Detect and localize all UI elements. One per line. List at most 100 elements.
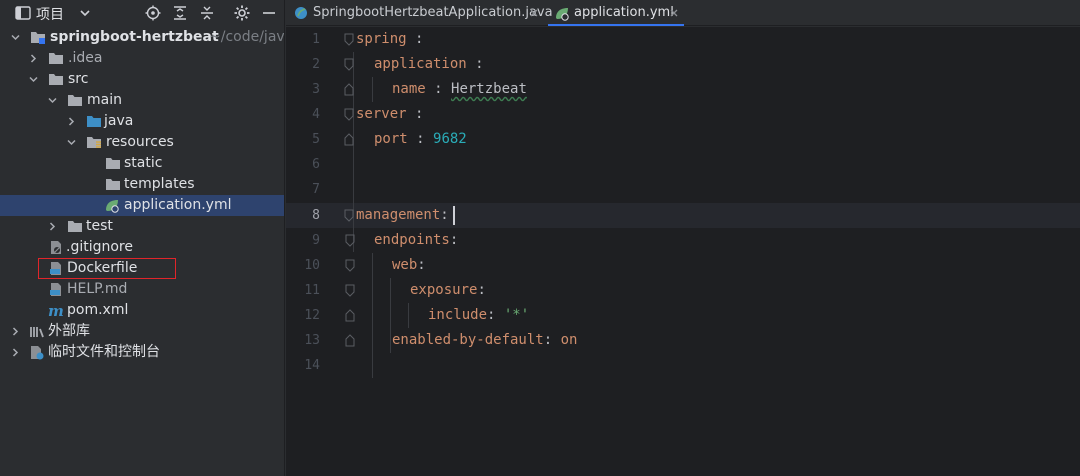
fold-marker-icon[interactable] (344, 58, 354, 71)
text-caret (453, 206, 455, 225)
yaml-separator: : (425, 81, 452, 97)
yaml-separator: : (407, 131, 434, 147)
code-line: 3 name : Hertzbeat (286, 77, 1080, 102)
maven-icon: m (48, 303, 64, 318)
fold-marker-icon[interactable] (345, 259, 355, 272)
code-line: 7 (286, 177, 1080, 202)
folder-icon (68, 95, 82, 106)
tree-item-gitignore[interactable]: .gitignore (0, 237, 284, 258)
tab-springboot-hertzbeat-application-java[interactable]: SpringbootHertzbeatApplication.java (286, 0, 553, 26)
yaml-key: management (356, 207, 441, 223)
module-folder-icon (31, 32, 45, 44)
project-view-title[interactable]: 项目 (36, 4, 64, 24)
close-icon[interactable] (529, 8, 539, 18)
tree-item-label: static (124, 155, 163, 171)
fold-marker-icon[interactable] (345, 309, 355, 322)
resources-folder-icon (87, 137, 101, 148)
spring-yaml-icon (106, 200, 119, 213)
locate-file-icon[interactable] (144, 4, 162, 22)
project-window-icon[interactable] (14, 4, 32, 22)
tree-item-resources[interactable]: resources (0, 132, 284, 153)
folder-icon (106, 158, 120, 169)
chevron-down-icon[interactable] (28, 74, 39, 85)
fold-marker-icon[interactable] (344, 83, 354, 96)
fold-marker-icon[interactable] (345, 284, 355, 297)
tree-item-test[interactable]: test (0, 216, 284, 237)
folder-icon (49, 74, 63, 85)
project-path-hint: ~/code/java (209, 29, 285, 45)
minimize-icon[interactable] (260, 4, 278, 22)
tree-item-external-libraries[interactable]: 外部库 (0, 321, 284, 342)
code-line: 10 web: (286, 253, 1080, 278)
tree-item-java[interactable]: java (0, 111, 284, 132)
yaml-key: server (356, 106, 407, 122)
fold-marker-icon[interactable] (344, 108, 354, 121)
tree-item-help-md[interactable]: HELP.md (0, 279, 284, 300)
svg-text:m: m (48, 303, 64, 318)
tree-item-main[interactable]: main (0, 90, 284, 111)
tree-item-label: springboot-hertzbeat (50, 29, 219, 45)
line-number: 6 (312, 157, 320, 172)
line-number: 12 (304, 308, 320, 323)
yaml-separator: : (406, 106, 424, 122)
tab-application-yml[interactable]: application.yml (548, 0, 684, 26)
tree-item-label: java (104, 113, 134, 129)
tree-item-static[interactable]: static (0, 153, 284, 174)
expand-all-icon[interactable] (171, 4, 189, 22)
yaml-separator: : (417, 257, 426, 273)
line-number: 13 (304, 333, 320, 348)
tree-item-application-yml[interactable]: application.yml (0, 195, 284, 216)
code-line: 13 enabled-by-default: on (286, 328, 1080, 353)
tree-item-templates[interactable]: templates (0, 174, 284, 195)
tree-item-label: HELP.md (67, 281, 128, 297)
chevron-right-icon[interactable] (10, 347, 21, 358)
line-number: 3 (312, 82, 320, 97)
yaml-separator: : (477, 282, 486, 298)
yaml-key: port (374, 131, 408, 147)
code-line-current: 8 management: (286, 203, 1080, 228)
editor-tab-bar: SpringbootHertzbeatApplication.java appl… (286, 0, 1080, 26)
project-panel: 项目 springboot-hertzbeat ~/code/java .ide… (0, 0, 285, 476)
line-number: 14 (304, 358, 320, 373)
chevron-right-icon[interactable] (66, 116, 77, 127)
collapse-all-icon[interactable] (198, 4, 216, 22)
tree-item-springboot-hertzbeat[interactable]: springboot-hertzbeat ~/code/java (0, 27, 285, 48)
markdown-file-icon (50, 283, 61, 296)
fold-marker-icon[interactable] (345, 234, 355, 247)
project-toolbar: 项目 (0, 0, 284, 26)
code-line: 6 (286, 152, 1080, 177)
fold-marker-icon[interactable] (344, 209, 354, 222)
tree-item-label: src (68, 71, 89, 87)
yaml-number: 9682 (433, 131, 467, 147)
code-line: 5 port : 9682 (286, 127, 1080, 152)
fold-marker-icon[interactable] (345, 334, 355, 347)
tree-item-idea[interactable]: .idea (0, 48, 284, 69)
code-line: 4 server : (286, 102, 1080, 127)
scratches-icon (31, 346, 44, 360)
chevron-right-icon[interactable] (47, 221, 58, 232)
gitignore-file-icon (51, 241, 61, 254)
tree-item-scratches-consoles[interactable]: 临时文件和控制台 (0, 342, 284, 363)
libraries-icon (30, 327, 44, 338)
chevron-down-icon[interactable] (47, 95, 58, 106)
code-line: 11 exposure: (286, 278, 1080, 303)
folder-icon (49, 53, 63, 64)
tree-item-label: 外部库 (48, 323, 90, 339)
gear-icon[interactable] (233, 4, 251, 22)
dockerfile-annotation-box (38, 258, 176, 279)
tree-item-label: .idea (68, 50, 103, 66)
chevron-right-icon[interactable] (10, 326, 21, 337)
close-icon[interactable] (669, 8, 679, 18)
code-editor[interactable]: 1 spring : 2 application : 3 name : Hert… (286, 27, 1080, 476)
fold-marker-icon[interactable] (344, 33, 354, 46)
chevron-down-icon[interactable] (66, 137, 77, 148)
chevron-right-icon[interactable] (28, 53, 39, 64)
fold-marker-icon[interactable] (344, 133, 354, 146)
line-number: 10 (304, 258, 320, 273)
yaml-separator: : (406, 31, 424, 47)
tree-item-pom-xml[interactable]: m pom.xml (0, 300, 284, 321)
source-folder-icon (87, 116, 101, 127)
tree-item-src[interactable]: src (0, 69, 284, 90)
chevron-down-icon[interactable] (10, 32, 21, 43)
chevron-down-icon[interactable] (76, 4, 94, 22)
